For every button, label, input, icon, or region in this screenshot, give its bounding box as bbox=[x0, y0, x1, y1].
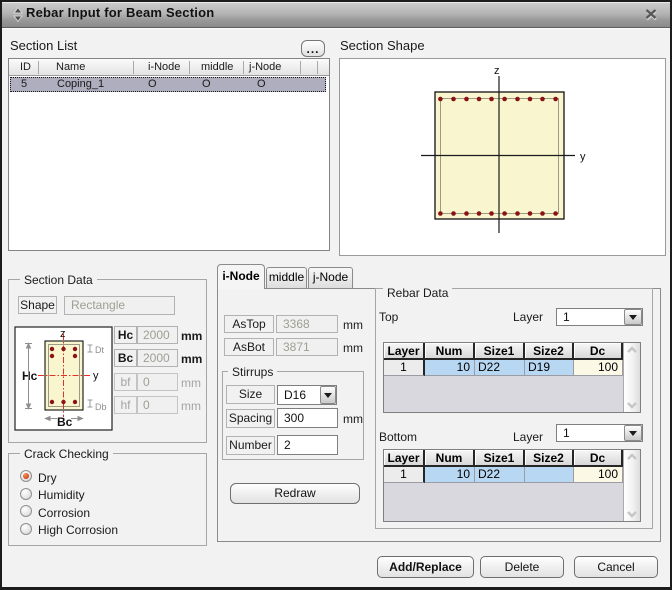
svg-text:z: z bbox=[60, 328, 66, 340]
svg-text:y: y bbox=[93, 370, 99, 382]
svg-text:y: y bbox=[580, 151, 586, 163]
svg-text:Db: Db bbox=[95, 402, 107, 412]
svg-text:Dt: Dt bbox=[95, 345, 104, 355]
svg-text:z: z bbox=[494, 65, 500, 77]
svg-text:Bc: Bc bbox=[57, 415, 73, 429]
svg-text:Hc: Hc bbox=[22, 369, 38, 383]
